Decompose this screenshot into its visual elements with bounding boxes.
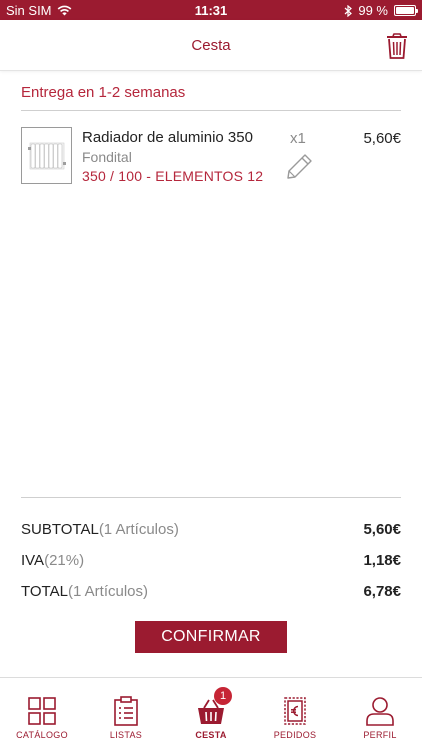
grid-icon: [28, 697, 56, 725]
tab-bar: CATÁLOGO LISTAS 1 CESTA PEDIDOS PERFIL: [0, 677, 422, 750]
total-label-group: TOTAL(1 Artículos): [21, 583, 148, 600]
list-icon: [114, 696, 138, 726]
cart-count-badge: 1: [214, 687, 232, 705]
product-brand: Fondital: [82, 149, 132, 165]
user-icon: [366, 697, 394, 726]
euro-receipt-icon: [284, 697, 306, 725]
product-quantity: x1: [290, 130, 306, 147]
tab-listas[interactable]: LISTAS: [84, 678, 168, 750]
product-name: Radiador de aluminio 350: [82, 129, 253, 146]
pencil-icon: [287, 154, 312, 179]
tab-label: PEDIDOS: [273, 730, 317, 740]
product-variant: 350 / 100 - ELEMENTOS 12: [82, 168, 264, 184]
tab-label: CESTA: [195, 730, 227, 740]
battery-percent: 99 %: [358, 3, 388, 18]
divider: [21, 110, 401, 111]
radiator-image: [27, 142, 66, 169]
iva-rate: (21%): [44, 552, 85, 569]
confirm-button[interactable]: CONFIRMAR: [135, 621, 287, 653]
total-count: (1 Artículos): [67, 583, 148, 600]
page-title: Cesta: [191, 37, 231, 54]
battery-level: [396, 7, 414, 14]
tab-label: LISTAS: [109, 730, 143, 740]
bluetooth-icon: [344, 4, 353, 17]
product-price: 5,60€: [363, 130, 401, 147]
tab-catalogo[interactable]: CATÁLOGO: [0, 678, 84, 750]
tab-perfil[interactable]: PERFIL: [338, 678, 422, 750]
divider: [21, 497, 401, 498]
subtotal-value: 5,60€: [363, 521, 401, 538]
status-bar: Sin SIM 11:31 99 %: [0, 0, 422, 20]
battery-icon: [394, 5, 418, 16]
product-thumbnail[interactable]: [21, 127, 72, 184]
total-value: 6,78€: [363, 583, 401, 600]
status-right: 99 %: [344, 3, 418, 18]
edit-item-button[interactable]: [286, 152, 314, 180]
nav-header: Cesta: [0, 20, 422, 71]
subtotal-label: SUBTOTAL: [21, 521, 99, 538]
subtotal-label-group: SUBTOTAL(1 Artículos): [21, 521, 179, 538]
trash-icon: [387, 33, 407, 59]
tab-label: PERFIL: [363, 730, 397, 740]
iva-value: 1,18€: [363, 552, 401, 569]
delivery-estimate: Entrega en 1-2 semanas: [21, 84, 186, 101]
tab-label: CATÁLOGO: [16, 730, 68, 740]
empty-cart-button[interactable]: [386, 33, 408, 59]
iva-label: IVA: [21, 552, 45, 569]
total-label: TOTAL: [21, 583, 68, 600]
tab-cesta[interactable]: 1 CESTA: [169, 678, 253, 750]
iva-label-group: IVA(21%): [21, 552, 84, 569]
subtotal-count: (1 Artículos): [98, 521, 179, 538]
tab-pedidos[interactable]: PEDIDOS: [253, 678, 337, 750]
